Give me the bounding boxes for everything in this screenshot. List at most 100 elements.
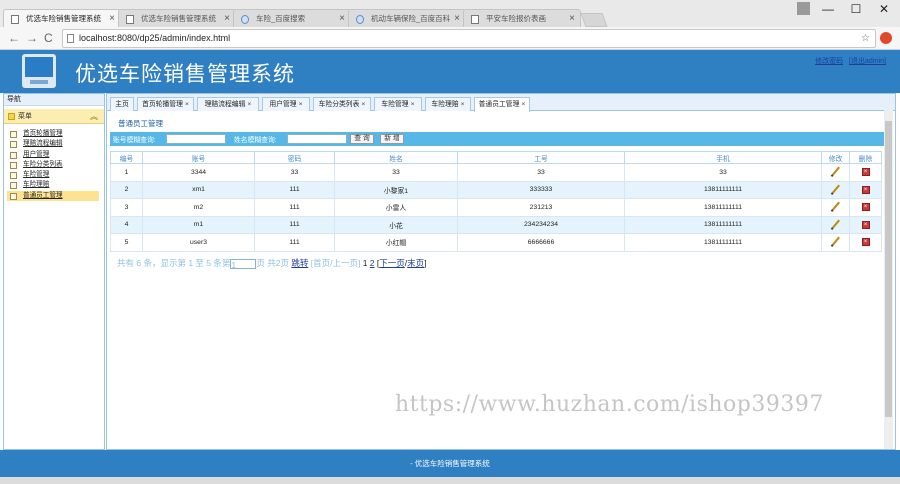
extension-icon[interactable] [880,32,892,44]
tab-insurance-categories[interactable]: 车险分类列表 × [313,97,371,111]
document-icon [10,192,17,200]
back-icon[interactable]: ← [8,30,20,46]
col-password: 密码 [254,151,335,164]
scrollbar-thumb[interactable] [885,121,892,417]
query-button[interactable]: 查 询 [350,134,374,144]
close-tab-icon[interactable]: × [185,101,189,108]
col-edit: 修改 [821,151,850,164]
browser-tab-2[interactable]: 优选车险销售管理系统 × [118,9,236,28]
sidebar-title: 导航 [4,94,104,106]
sidebar-item-staff[interactable]: 普通员工管理 [7,190,99,202]
pager-summary: 共有 6 条，显示第 1 至 5 条第 [117,258,231,268]
close-tab-icon[interactable]: × [521,101,525,108]
forward-icon[interactable]: → [26,30,38,46]
account-search-input[interactable] [166,134,226,144]
page-number-input[interactable]: 1 [230,258,257,270]
pencil-icon[interactable] [831,236,840,246]
name-search-label: 姓名模糊查询: [234,137,277,144]
app-footer: - 优选车险销售管理系统 [0,450,900,477]
col-employee-no: 工号 [457,151,625,164]
bookmark-star-icon[interactable]: ☆ [861,30,870,47]
document-icon [10,172,17,180]
browser-tab-title: 车险_百度搜索 [256,14,306,23]
tab-carousel[interactable]: 首页轮播管理 × [137,97,194,111]
next-page-link[interactable]: 下一页 [379,258,405,268]
close-tab-icon[interactable]: × [339,10,345,28]
sidebar-item-insurance-categories[interactable]: 车险分类列表 [7,160,99,170]
delete-icon[interactable]: × [861,220,870,229]
col-delete: 删除 [849,151,882,164]
document-icon [10,151,17,159]
first-prev-link[interactable]: [首页/上一页] [311,258,361,268]
col-id: 编号 [110,151,143,164]
add-button[interactable]: 新 增 [380,134,404,144]
delete-icon[interactable]: × [861,185,870,194]
header-links: 修改密码 [退出admin] [811,56,886,66]
baidu-icon [356,15,364,24]
delete-icon[interactable]: × [861,168,870,177]
pencil-icon[interactable] [831,219,840,229]
browser-tab-1[interactable]: 优选车险销售管理系统 × [3,9,121,28]
section-title: 普通员工管理 [118,119,163,128]
minimize-button[interactable]: — [814,0,842,18]
sidebar-item-claims[interactable]: 车险理赔 [7,180,99,190]
browser-tab-3[interactable]: 车险_百度搜索 × [233,9,351,28]
sidebar-item-carousel[interactable]: 首页轮播管理 [7,129,99,139]
close-window-button[interactable]: ✕ [870,0,898,18]
sidebar-item-users[interactable]: 用户管理 [7,150,99,160]
tab-users[interactable]: 用户管理 × [262,97,310,111]
name-search-input[interactable] [287,134,347,144]
browser-tabbar: 优选车险销售管理系统 × 优选车险销售管理系统 × 车险_百度搜索 × 机动车辆… [0,0,900,28]
search-bar: 账号模糊查询: 姓名模糊查询: 查 询 新 增 [110,132,886,146]
user-profile-icon[interactable] [797,2,810,15]
browser-tab-5[interactable]: 平安车险报价表画 × [463,9,581,28]
table-row: 4 m1 111 小花 234234234 13811111111 × [110,215,882,234]
url-input[interactable]: localhost:8080/dp25/admin/index.html ☆ [62,29,876,48]
pager-total: 页 共2页 [256,258,289,268]
sidebar-item-insurance[interactable]: 车险管理 [7,170,99,180]
page-2-link[interactable]: 2 [370,258,375,268]
vertical-scrollbar[interactable] [884,110,893,449]
delete-icon[interactable]: × [861,203,870,212]
close-tab-icon[interactable]: × [569,10,575,28]
close-tab-icon[interactable]: × [247,101,251,108]
close-tab-icon[interactable]: × [224,10,230,28]
tab-staff[interactable]: 普通员工管理 × [474,97,530,112]
close-tab-icon[interactable]: × [299,101,303,108]
browser-tab-4[interactable]: 机动车辆保险_百度百科 × [348,9,466,28]
new-tab-button[interactable] [580,13,608,27]
loading-icon [471,15,479,24]
page-info-icon[interactable] [67,34,74,43]
tab-claims[interactable]: 车险理赔 × [425,97,471,111]
logout-link[interactable]: [退出admin] [849,58,886,65]
page-tabs: 主页 首页轮播管理 × 理赔流程编辑 × 用户管理 × 车险分类列表 × 车险管理 × 车… [107,94,895,112]
menu-group-header[interactable]: 菜单 ︽ [4,109,104,124]
close-tab-icon[interactable]: × [454,10,460,28]
tab-insurance[interactable]: 车险管理 × [374,97,422,111]
bracket-close: ] [424,258,427,268]
pencil-icon[interactable] [831,184,840,194]
table-row: 3 m2 111 小雷人 231213 13811111111 × [110,198,882,217]
sidebar-item-claim-process[interactable]: 理赔流程编辑 [7,139,99,149]
last-page-link[interactable]: 末页 [407,258,424,268]
close-tab-icon[interactable]: × [361,101,365,108]
jump-link[interactable]: 跳转 [291,258,308,268]
close-tab-icon[interactable]: × [461,101,465,108]
delete-icon[interactable]: × [861,238,870,247]
account-search-label: 账号模糊查询: [113,137,156,144]
menu-group-icon [8,113,15,120]
pencil-icon[interactable] [831,166,840,176]
page-1: 1 [362,258,368,268]
tab-claim-process[interactable]: 理赔流程编辑 × [197,97,259,111]
table-row: 5 user3 111 小红帽 6666666 13811111111 × [110,233,882,252]
change-password-link[interactable]: 修改密码 [815,58,843,65]
close-tab-icon[interactable]: × [411,101,415,108]
reload-icon[interactable]: C [44,30,53,46]
tab-home[interactable]: 主页 [110,97,134,111]
pencil-icon[interactable] [831,201,840,211]
window-bottom-edge [0,477,900,484]
collapse-chevron-icon[interactable]: ︽ [90,109,98,124]
document-icon [10,161,17,169]
close-tab-icon[interactable]: × [109,10,115,28]
maximize-button[interactable]: ☐ [842,0,870,18]
